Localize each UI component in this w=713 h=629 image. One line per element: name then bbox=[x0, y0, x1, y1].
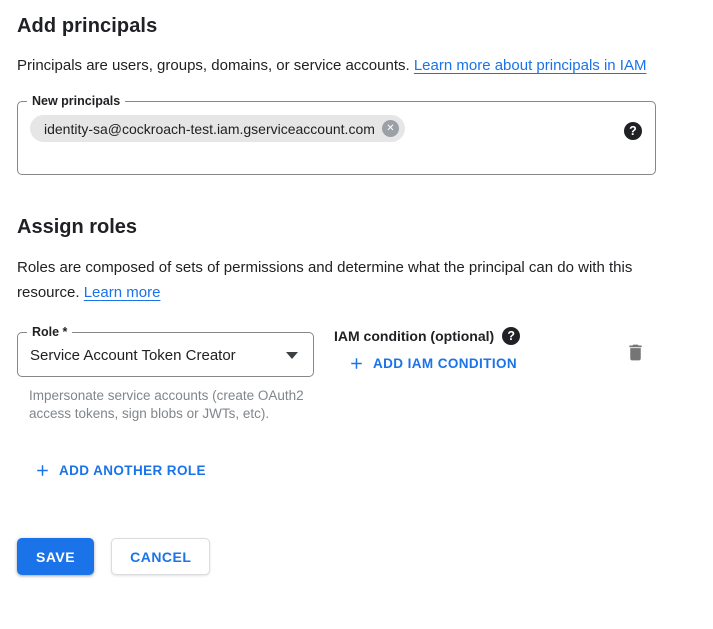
role-label: Role * bbox=[27, 325, 72, 340]
principal-chip: identity-sa@cockroach-test.iam.gservicea… bbox=[30, 115, 405, 142]
page-title: Add principals bbox=[17, 15, 696, 38]
principal-chip-label: identity-sa@cockroach-test.iam.gservicea… bbox=[44, 121, 375, 137]
add-principals-panel: Add principals Principals are users, gro… bbox=[0, 0, 713, 629]
add-iam-condition-button[interactable]: ADD IAM CONDITION bbox=[339, 348, 527, 379]
trash-icon bbox=[625, 351, 646, 366]
new-principals-field[interactable]: New principals identity-sa@cockroach-tes… bbox=[17, 101, 656, 175]
new-principals-label: New principals bbox=[27, 94, 125, 109]
add-principals-description: Principals are users, groups, domains, o… bbox=[17, 53, 665, 78]
chip-remove-icon[interactable]: ✕ bbox=[382, 120, 399, 137]
role-column: Role * Service Account Token Creator Imp… bbox=[17, 332, 314, 423]
dropdown-caret-icon bbox=[286, 352, 298, 359]
add-another-role-row: ADD ANOTHER ROLE bbox=[25, 455, 696, 486]
iam-condition-label: IAM condition (optional) bbox=[334, 328, 494, 344]
role-selected-value: Service Account Token Creator bbox=[30, 347, 236, 364]
role-select[interactable]: Role * Service Account Token Creator bbox=[17, 332, 314, 377]
delete-role-column bbox=[623, 340, 648, 368]
assign-roles-description: Roles are composed of sets of permission… bbox=[17, 255, 665, 305]
cancel-button[interactable]: CANCEL bbox=[111, 538, 210, 575]
principals-help-icon[interactable]: ? bbox=[624, 122, 642, 140]
iam-condition-label-row: IAM condition (optional) ? bbox=[334, 327, 623, 345]
learn-more-roles-link[interactable]: Learn more bbox=[84, 284, 161, 301]
iam-condition-help-icon[interactable]: ? bbox=[502, 327, 520, 345]
plus-icon bbox=[35, 463, 50, 478]
add-another-role-button[interactable]: ADD ANOTHER ROLE bbox=[25, 455, 216, 486]
plus-icon bbox=[349, 356, 364, 371]
assign-roles-title: Assign roles bbox=[17, 216, 696, 239]
description-text: Principals are users, groups, domains, o… bbox=[17, 57, 414, 74]
action-bar: SAVE CANCEL bbox=[17, 538, 696, 575]
add-iam-condition-label: ADD IAM CONDITION bbox=[373, 356, 517, 371]
role-helper-text: Impersonate service accounts (create OAu… bbox=[29, 387, 305, 423]
role-row: Role * Service Account Token Creator Imp… bbox=[17, 332, 656, 423]
iam-condition-column: IAM condition (optional) ? ADD IAM CONDI… bbox=[334, 332, 623, 379]
save-button[interactable]: SAVE bbox=[17, 538, 94, 575]
delete-role-button[interactable] bbox=[623, 340, 648, 368]
add-another-role-label: ADD ANOTHER ROLE bbox=[59, 463, 206, 478]
learn-more-principals-link[interactable]: Learn more about principals in IAM bbox=[414, 57, 647, 74]
